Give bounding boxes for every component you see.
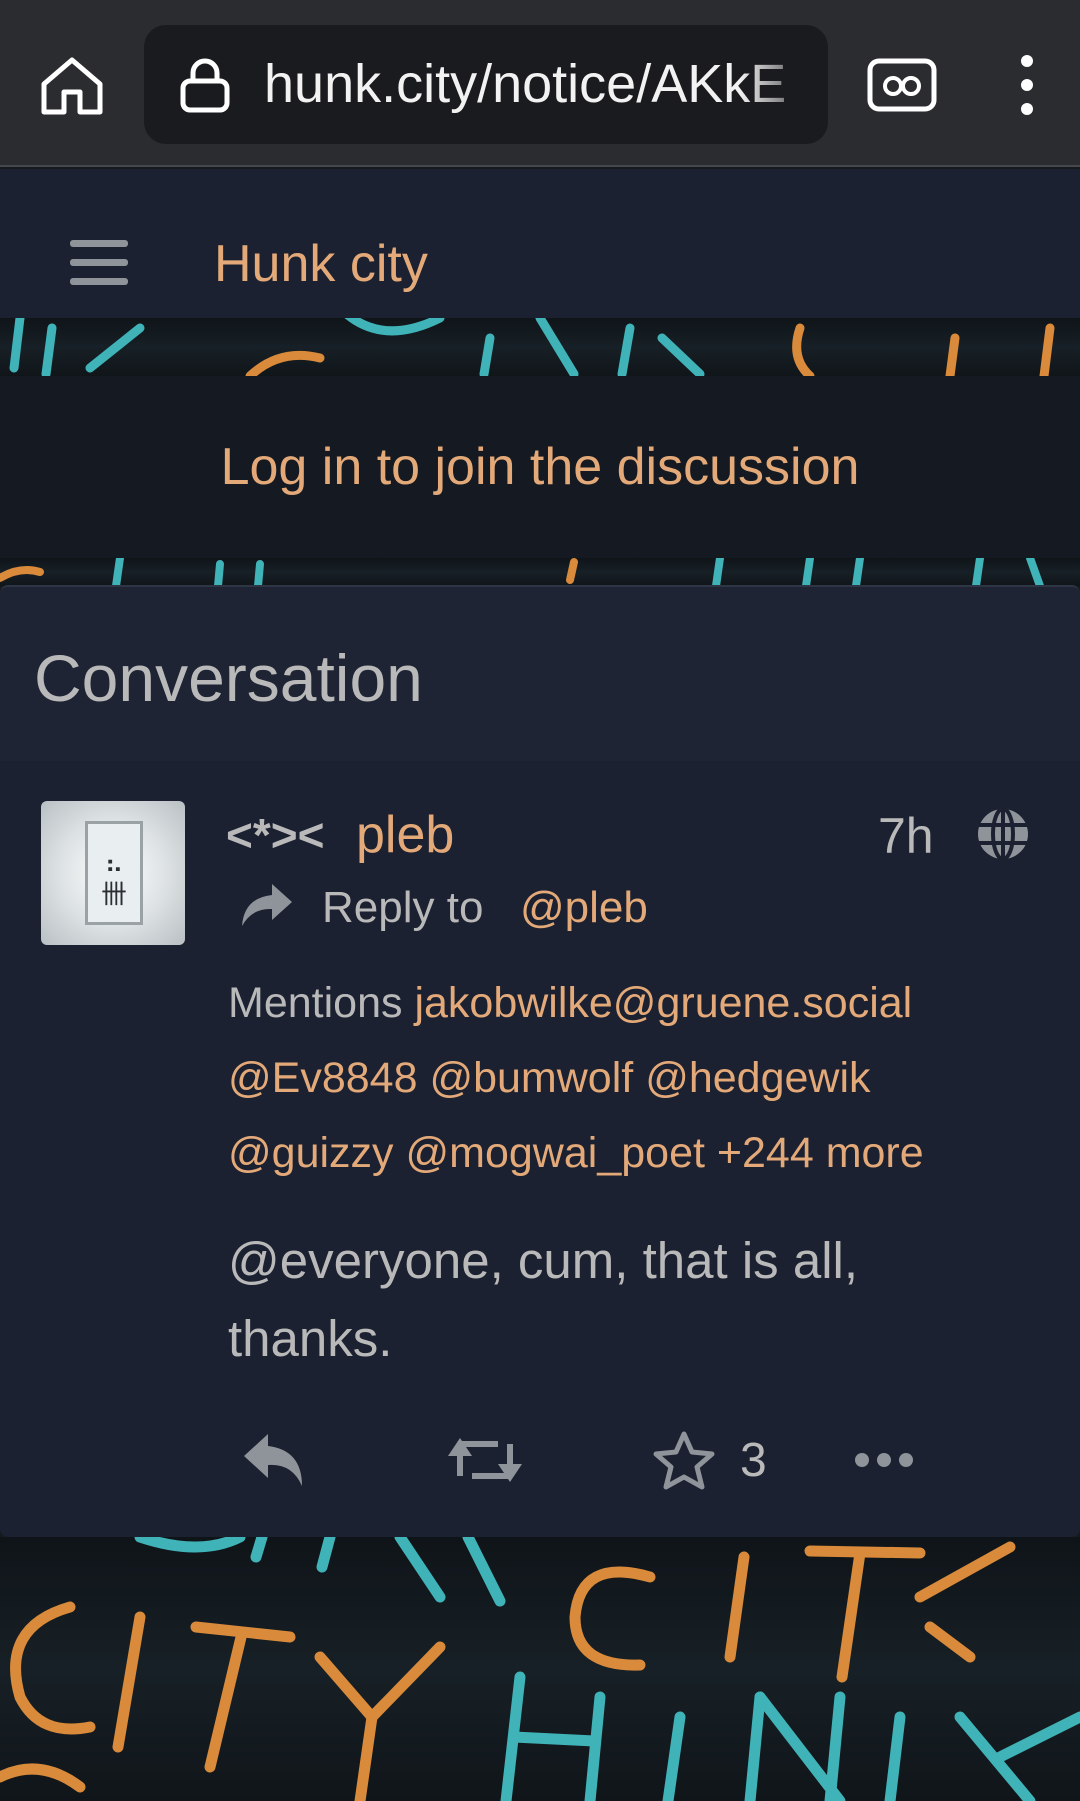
mention-link[interactable]: @hedgewik — [645, 1054, 870, 1102]
repeat-icon — [448, 1438, 522, 1482]
overflow-menu-icon — [1021, 55, 1033, 115]
mentions-label: Mentions — [228, 979, 403, 1027]
home-button[interactable] — [38, 52, 106, 120]
ellipsis-icon — [855, 1453, 913, 1467]
mentions-list: Mentions jakobwilke@gruene.social @Ev884… — [228, 966, 1028, 1191]
post-timestamp[interactable]: 7h — [878, 804, 934, 868]
reply-icon — [244, 1434, 302, 1486]
mention-link[interactable]: @guizzy — [228, 1129, 394, 1177]
favorite-button[interactable] — [650, 1430, 718, 1490]
mention-link[interactable]: @mogwai_poet — [406, 1129, 705, 1177]
globe-icon — [974, 805, 1032, 863]
home-icon — [41, 57, 103, 115]
reply-indicator-icon — [238, 882, 294, 928]
author-display-name-prefix[interactable]: <*>< — [226, 805, 325, 865]
login-link[interactable]: Log in to join the discussion — [0, 376, 1080, 558]
conversation-header: Conversation — [0, 587, 1080, 761]
background-art — [0, 318, 1080, 376]
mention-link[interactable]: @bumwolf — [429, 1054, 633, 1102]
favorite-count: 3 — [740, 1434, 767, 1487]
neon-sign-art-2 — [0, 558, 1044, 586]
mention-link[interactable]: jakobwilke@gruene.social — [414, 979, 912, 1027]
more-actions-button[interactable] — [852, 1430, 916, 1490]
url-text[interactable]: hunk.city/notice/AKkE — [264, 25, 824, 144]
mentions-more-link[interactable]: +244 more — [717, 1129, 924, 1177]
login-panel: Log in to join the discussion — [0, 376, 1080, 558]
mention-link[interactable]: @Ev8848 — [228, 1054, 418, 1102]
background-art-2 — [0, 558, 1080, 586]
avatar-image: ⠦ 卌 — [85, 821, 143, 925]
incognito-tabs-button[interactable] — [866, 55, 938, 115]
lock-icon — [178, 57, 232, 113]
site-title[interactable]: Hunk city — [214, 229, 428, 299]
avatar[interactable]: ⠦ 卌 — [41, 801, 185, 945]
overflow-menu-button[interactable] — [1000, 52, 1050, 122]
reply-button[interactable] — [240, 1430, 310, 1490]
neon-sign-art — [9, 318, 1055, 376]
post-content: @everyone, cum, that is all, thanks. — [228, 1232, 859, 1367]
reply-to-label: Reply to — [322, 883, 484, 932]
hamburger-menu-icon[interactable] — [70, 240, 128, 290]
browser-toolbar: hunk.city/notice/AKkE — [0, 0, 1080, 167]
reply-to-user-link[interactable]: @pleb — [520, 878, 648, 938]
conversation-title: Conversation — [34, 641, 423, 715]
site-navbar — [0, 169, 1080, 318]
star-icon — [653, 1431, 715, 1490]
background-art-3 — [0, 1537, 1080, 1801]
address-bar[interactable]: hunk.city/notice/AKkE — [144, 25, 828, 144]
incognito-tabs-icon — [867, 58, 937, 112]
repeat-button[interactable] — [446, 1430, 524, 1490]
author-display-name[interactable]: pleb — [356, 803, 454, 867]
neon-sign-art-3 — [0, 1537, 1080, 1801]
